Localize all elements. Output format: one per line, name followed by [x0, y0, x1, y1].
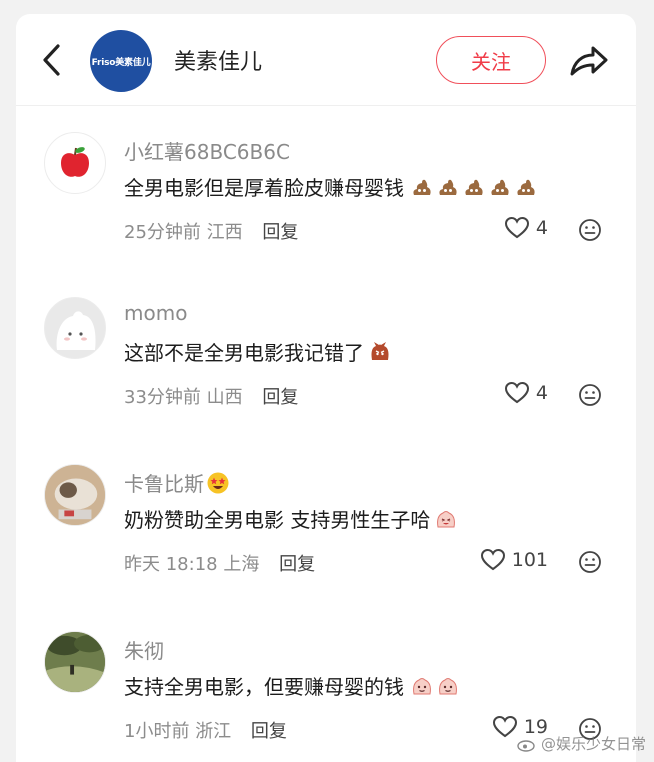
- apple-icon: [61, 147, 89, 177]
- comment-username[interactable]: momo: [124, 301, 187, 325]
- like-button[interactable]: 4: [504, 381, 548, 405]
- poop-emoji: [517, 179, 535, 195]
- comment-text: 这部不是全男电影我记错了: [124, 337, 392, 366]
- comment-time: 25分钟前: [124, 222, 201, 243]
- comment-text: 支持全男电影，但要赚母婴的钱: [124, 671, 460, 700]
- brand-logo-text: Friso美素佳儿: [91, 57, 151, 68]
- share-button[interactable]: [568, 40, 610, 80]
- comment-meta: 33分钟前 山西 回复: [124, 383, 298, 409]
- avatar[interactable]: [44, 297, 106, 359]
- comment-meta: 昨天 18:18 上海 回复: [124, 550, 315, 576]
- reply-button[interactable]: 回复: [262, 222, 298, 243]
- comment-item: momo 这部不是全男电影我记错了 33分钟前 山西 回复 4: [16, 297, 636, 417]
- poop-emoji: [439, 179, 457, 195]
- comment-time: 1小时前: [124, 721, 190, 742]
- poop-emoji: [465, 179, 483, 195]
- landscape-photo-icon: [45, 632, 105, 692]
- heart-icon: [504, 381, 529, 404]
- cat-photo-icon: [45, 465, 105, 525]
- white-blob-character-icon: [56, 311, 96, 350]
- heart-icon: [504, 216, 529, 239]
- like-button[interactable]: 4: [504, 216, 548, 240]
- comment-username[interactable]: 小红薯68BC6B6C: [124, 136, 290, 165]
- header-bar: Friso美素佳儿 美素佳儿 关注: [16, 14, 636, 106]
- poop-emoji: [491, 179, 509, 195]
- comment-location: 浙江: [195, 721, 232, 742]
- comment-username[interactable]: 朱彻: [124, 635, 164, 664]
- watermark-text: @娱乐少女日常: [540, 735, 646, 753]
- smirk-emoji-group: [408, 674, 460, 698]
- smirk-emoji: [439, 677, 457, 694]
- comment-time: 昨天 18:18: [124, 554, 218, 575]
- comment-meta: 25分钟前 江西 回复: [124, 218, 298, 244]
- dislike-button[interactable]: [578, 383, 602, 411]
- comment-location: 山西: [206, 387, 243, 408]
- account-name[interactable]: 美素佳儿: [174, 44, 262, 76]
- angry-face-emoji: [371, 341, 389, 360]
- avatar[interactable]: [44, 132, 106, 194]
- meh-face-icon: [579, 219, 601, 241]
- share-arrow-icon: [570, 46, 608, 76]
- back-button[interactable]: [38, 40, 68, 80]
- dislike-button[interactable]: [578, 218, 602, 246]
- comment-text: 全男电影但是厚着脸皮赚母婴钱: [124, 172, 538, 201]
- meh-face-icon: [579, 384, 601, 406]
- like-count: 4: [535, 382, 548, 404]
- comment-panel: Friso美素佳儿 美素佳儿 关注 小红薯68BC6B6C 全男电影但是厚着脸皮…: [16, 14, 636, 762]
- meh-face-icon: [579, 551, 601, 573]
- laughing-emoji: [437, 510, 456, 527]
- chevron-left-icon: [43, 44, 60, 76]
- comment-username[interactable]: 卡鲁比斯: [124, 468, 230, 497]
- comment-location: 江西: [206, 222, 243, 243]
- reply-button[interactable]: 回复: [251, 721, 287, 742]
- comment-meta: 1小时前 浙江 回复: [124, 717, 287, 743]
- heart-icon: [492, 715, 517, 738]
- smirk-emoji: [413, 677, 431, 694]
- comment-text: 奶粉赞助全男电影 支持男性生子哈: [124, 504, 458, 533]
- avatar[interactable]: [44, 631, 106, 693]
- avatar[interactable]: [44, 464, 106, 526]
- heart-icon: [480, 548, 505, 571]
- comment-item: 卡鲁比斯 奶粉赞助全男电影 支持男性生子哈 昨天 18:18 上海 回复 101: [16, 464, 636, 584]
- poop-emoji-group: [408, 175, 538, 199]
- poop-emoji: [413, 179, 431, 195]
- watermark: @娱乐少女日常: [517, 733, 646, 754]
- comment-time: 33分钟前: [124, 387, 201, 408]
- like-count: 101: [511, 549, 548, 571]
- follow-button[interactable]: 关注: [436, 36, 546, 84]
- like-count: 4: [535, 217, 548, 239]
- comment-location: 上海: [223, 554, 260, 575]
- weibo-icon: [517, 739, 535, 752]
- like-button[interactable]: 101: [480, 548, 548, 572]
- brand-logo[interactable]: Friso美素佳儿: [90, 30, 152, 92]
- comment-item: 小红薯68BC6B6C 全男电影但是厚着脸皮赚母婴钱 25分钟前 江西 回复 4: [16, 132, 636, 252]
- star-struck-emoji: [207, 472, 229, 493]
- reply-button[interactable]: 回复: [262, 387, 298, 408]
- reply-button[interactable]: 回复: [279, 554, 315, 575]
- dislike-button[interactable]: [578, 550, 602, 578]
